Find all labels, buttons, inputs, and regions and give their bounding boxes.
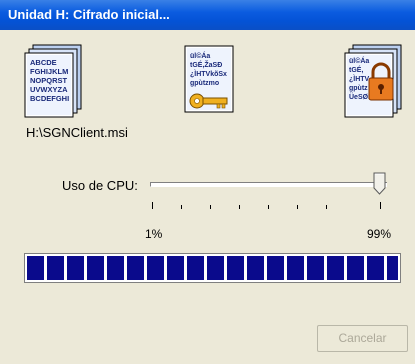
progress-block <box>207 256 224 280</box>
cpu-usage-label: Uso de CPU: <box>62 178 138 193</box>
encrypted-document-lock-icon: ül©ÁatGÉ,¿ÌHTVgpùtzÜeSØP,hž <box>344 44 402 118</box>
icon-text-line: UVWXYZA <box>30 85 68 94</box>
window-title: Unidad H: Cifrado inicial... <box>8 7 170 22</box>
progress-block <box>187 256 204 280</box>
progress-block <box>227 256 244 280</box>
progress-block <box>47 256 64 280</box>
encrypting-document-key-icon: ül©ÁatGÉ,ŽaSÐ¿ÌHTVkõSx gpùtzmo <box>184 45 234 113</box>
progress-block <box>127 256 144 280</box>
progress-block <box>67 256 84 280</box>
plain-document-stack-icon: ABCDEFGHIJKLMNOPQRSTUVWXYZABCDEFGHI <box>24 44 82 118</box>
progress-block <box>307 256 324 280</box>
progress-bar <box>24 253 401 283</box>
icon-text-line: FGHIJKLM <box>30 67 68 76</box>
progress-block <box>287 256 304 280</box>
progress-block <box>267 256 284 280</box>
icon-text-line: NOPQRST <box>30 76 68 85</box>
slider-tick <box>268 205 269 209</box>
icon-text-line: tGÉ,ŽaSÐ <box>190 60 222 69</box>
slider-tick <box>181 205 182 209</box>
icon-text-line: BCDEFGHI <box>30 94 69 103</box>
progress-block <box>167 256 184 280</box>
progress-block <box>327 256 344 280</box>
cpu-min-label: 1% <box>145 227 163 241</box>
progress-block <box>347 256 364 280</box>
icon-text-line: gpùtzmo <box>190 80 219 87</box>
icon-text-line: ül©Áa <box>190 51 210 60</box>
cancel-button[interactable]: Cancelar <box>317 325 408 352</box>
progress-block <box>87 256 104 280</box>
icon-text-line: ABCDE <box>30 58 57 67</box>
cpu-max-label: 99% <box>367 227 392 241</box>
progress-block <box>107 256 124 280</box>
title-bar: Unidad H: Cifrado inicial... <box>0 0 415 30</box>
slider-tick <box>380 202 381 209</box>
slider-tick <box>210 205 211 209</box>
progress-block <box>27 256 44 280</box>
slider-thumb[interactable] <box>373 172 387 196</box>
icon-text-line: gpùtz <box>349 85 368 92</box>
progress-block <box>367 256 384 280</box>
progress-block <box>387 256 398 280</box>
icon-text-line: ¿ÌHTV <box>349 74 370 83</box>
progress-block <box>147 256 164 280</box>
slider-tick <box>152 202 153 209</box>
slider-track <box>150 182 387 187</box>
slider-tick <box>326 205 327 209</box>
icon-text-line: ül©Áa <box>349 56 369 65</box>
icon-text-line: ¿ÌHTVkõSx <box>190 69 227 78</box>
slider-tick <box>297 205 298 209</box>
icon-text-line: tGÉ, <box>349 65 363 74</box>
file-path-label: H:\SGNClient.msi <box>26 125 128 140</box>
progress-block <box>247 256 264 280</box>
slider-tick <box>239 205 240 209</box>
